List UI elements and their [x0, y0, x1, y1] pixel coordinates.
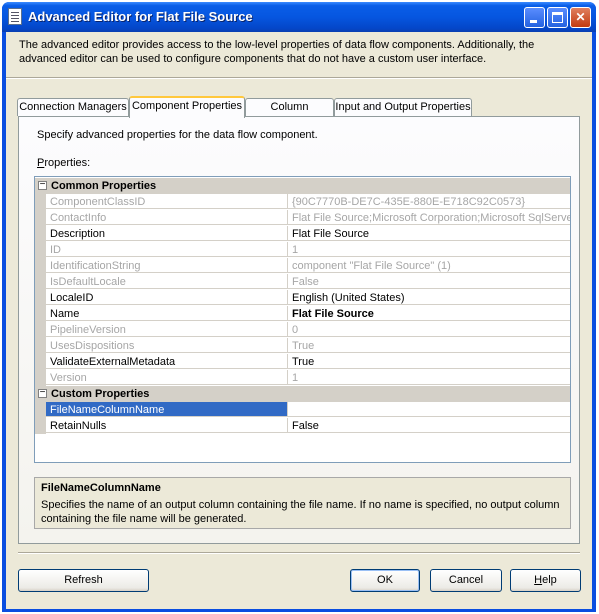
- property-value: True: [288, 338, 570, 353]
- property-value[interactable]: False: [288, 418, 570, 433]
- divider: [18, 552, 580, 554]
- refresh-button[interactable]: Refresh: [18, 569, 149, 592]
- property-row-pipelineversion[interactable]: PipelineVersion 0: [35, 322, 570, 338]
- close-icon: ✕: [575, 10, 586, 24]
- tab-input-output-properties[interactable]: Input and Output Properties: [334, 98, 472, 116]
- property-name: ValidateExternalMetadata: [46, 354, 288, 369]
- minimize-icon: [530, 20, 537, 23]
- property-row-contactinfo[interactable]: ContactInfo Flat File Source;Microsoft Co…: [35, 210, 570, 226]
- category-custom-properties[interactable]: − Custom Properties: [35, 386, 570, 402]
- component-properties-panel: Specify advanced properties for the data…: [18, 116, 580, 544]
- property-row-localeid[interactable]: LocaleID English (United States): [35, 290, 570, 306]
- property-value: 0: [288, 322, 570, 337]
- property-row-name[interactable]: Name Flat File Source: [35, 306, 570, 322]
- property-value: False: [288, 274, 570, 289]
- property-row-validateexternalmetadata[interactable]: ValidateExternalMetadata True: [35, 354, 570, 370]
- properties-label-text: roperties:: [44, 157, 91, 169]
- divider: [6, 77, 592, 79]
- property-row-componentclassid[interactable]: ComponentClassID {90C7770B-DE7C-435E-880E…: [35, 194, 570, 210]
- property-name: UsesDispositions: [46, 338, 288, 353]
- property-value: component "Flat File Source" (1): [288, 258, 570, 273]
- property-row-description[interactable]: Description Flat File Source: [35, 226, 570, 242]
- property-grid[interactable]: − Common Properties ComponentClassID {90C…: [34, 176, 571, 463]
- help-title: FileNameColumnName: [41, 482, 161, 494]
- help-button-accel: H: [534, 574, 543, 586]
- window-title: Advanced Editor for Flat File Source: [28, 9, 253, 24]
- help-text: Specifies the name of an output column c…: [41, 499, 560, 525]
- close-button[interactable]: ✕: [570, 7, 591, 28]
- dialog-window: Advanced Editor for Flat File Source ✕ T…: [2, 2, 596, 612]
- help-button-label: elp: [542, 574, 557, 586]
- title-bar[interactable]: Advanced Editor for Flat File Source ✕: [2, 2, 596, 32]
- collapse-icon[interactable]: −: [38, 388, 47, 398]
- property-name: PipelineVersion: [46, 322, 288, 337]
- property-name: Name: [46, 306, 288, 321]
- maximize-icon: [552, 12, 563, 23]
- property-value[interactable]: Flat File Source: [288, 226, 570, 241]
- property-row-isdefaultlocale[interactable]: IsDefaultLocale False: [35, 274, 570, 290]
- dialog-client-area: The advanced editor provides access to t…: [6, 32, 592, 609]
- property-value: 1: [288, 370, 570, 385]
- property-name: LocaleID: [46, 290, 288, 305]
- property-row-id[interactable]: ID 1: [35, 242, 570, 258]
- editor-app-icon: [8, 8, 22, 25]
- property-value[interactable]: Flat File Source: [288, 306, 570, 321]
- category-label: Common Properties: [51, 180, 157, 192]
- property-name: RetainNulls: [46, 418, 288, 433]
- property-name: FileNameColumnName: [46, 402, 288, 417]
- property-name: ComponentClassID: [46, 194, 288, 209]
- tab-column-mappings[interactable]: Column Mappings: [245, 98, 334, 129]
- property-name: ID: [46, 242, 288, 257]
- panel-description: Specify advanced properties for the data…: [37, 129, 318, 141]
- property-row-version[interactable]: Version 1: [35, 370, 570, 386]
- maximize-button[interactable]: [547, 7, 568, 28]
- cancel-button[interactable]: Cancel: [430, 569, 502, 592]
- property-value: {90C7770B-DE7C-435E-880E-E718C92C0573}: [288, 194, 570, 209]
- property-value: Flat File Source;Microsoft Corporation;M…: [288, 210, 570, 225]
- collapse-icon[interactable]: −: [38, 180, 47, 190]
- property-name: ContactInfo: [46, 210, 288, 225]
- property-row-identificationstring[interactable]: IdentificationString component "Flat File…: [35, 258, 570, 274]
- property-name: Version: [46, 370, 288, 385]
- intro-text: The advanced editor provides access to t…: [19, 39, 535, 65]
- property-value[interactable]: [288, 402, 570, 417]
- category-common-properties[interactable]: − Common Properties: [35, 178, 570, 194]
- property-help-box: FileNameColumnName Specifies the name of…: [34, 477, 571, 529]
- property-name: Description: [46, 226, 288, 241]
- tab-component-properties[interactable]: Component Properties: [129, 96, 245, 118]
- category-label: Custom Properties: [51, 388, 150, 400]
- properties-label: Properties:: [37, 157, 90, 169]
- property-row-retainnulls[interactable]: RetainNulls False: [35, 418, 570, 434]
- property-name: IdentificationString: [46, 258, 288, 273]
- property-value[interactable]: English (United States): [288, 290, 570, 305]
- property-value[interactable]: True: [288, 354, 570, 369]
- property-row-filenamecolumnname[interactable]: FileNameColumnName: [35, 402, 570, 418]
- property-value: 1: [288, 242, 570, 257]
- ok-button[interactable]: OK: [350, 569, 420, 592]
- help-button[interactable]: Help: [510, 569, 581, 592]
- property-row-usesdispositions[interactable]: UsesDispositions True: [35, 338, 570, 354]
- property-name: IsDefaultLocale: [46, 274, 288, 289]
- tab-connection-managers[interactable]: Connection Managers: [17, 98, 129, 116]
- minimize-button[interactable]: [524, 7, 545, 28]
